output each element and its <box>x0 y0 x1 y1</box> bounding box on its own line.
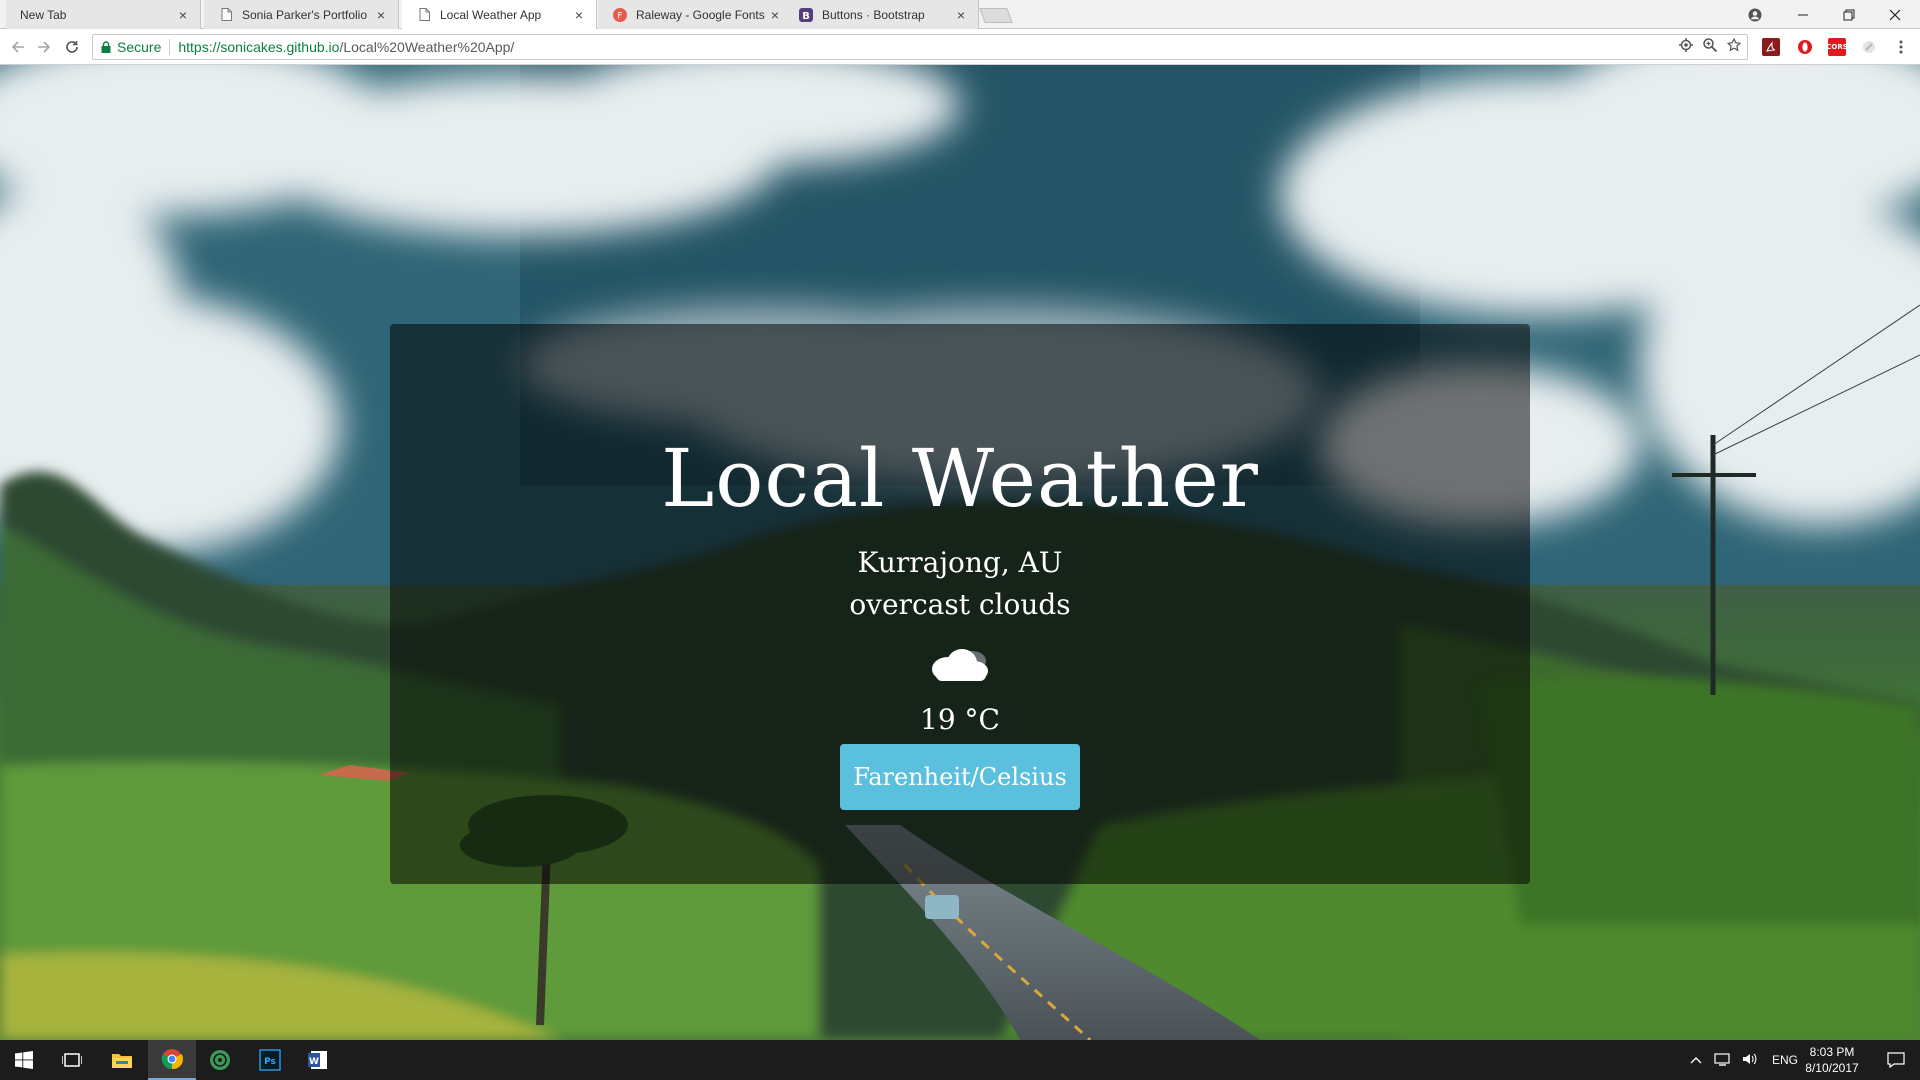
browser-toolbar: Secure https://sonicakes.github.io/Local… <box>0 29 1920 65</box>
secure-label: Secure <box>117 39 162 55</box>
photoshop-icon[interactable]: Ps <box>246 1040 294 1080</box>
notification-icon[interactable] <box>1872 1040 1920 1080</box>
tab-title: Sonia Parker's Portfolio <box>242 7 368 22</box>
tab-raleway-google-fonts[interactable]: F Raleway - Google Fonts × <box>598 0 793 29</box>
volume-icon[interactable] <box>1742 1052 1758 1069</box>
weather-card: Local Weather Kurrajong, AU overcast clo… <box>390 324 1530 884</box>
zoom-icon[interactable] <box>1703 38 1718 55</box>
start-icon[interactable] <box>0 1040 48 1080</box>
tab-title: New Tab <box>20 7 67 22</box>
extension-icon[interactable] <box>1860 38 1878 56</box>
weather-description: overcast clouds <box>849 588 1071 621</box>
close-icon[interactable]: × <box>374 7 388 23</box>
profile-icon[interactable] <box>1732 0 1777 29</box>
tab-title: Raleway - Google Fonts <box>636 7 765 22</box>
toggle-unit-button[interactable]: Farenheit/Celsius <box>840 744 1080 810</box>
clock[interactable]: 8:03 PM 8/10/2017 <box>1800 1044 1864 1076</box>
google-fonts-icon: F <box>612 7 628 23</box>
url-path: /Local%20Weather%20App/ <box>339 39 515 55</box>
temperature-display: 19 °C <box>920 703 1000 736</box>
app-title: Local Weather <box>661 432 1259 525</box>
svg-text:B: B <box>802 11 810 22</box>
cors-extension-icon[interactable]: CORS <box>1826 38 1848 56</box>
minimize-icon[interactable] <box>1780 0 1825 29</box>
back-icon[interactable] <box>8 37 28 57</box>
spotify-icon[interactable] <box>196 1040 244 1080</box>
tab-local-weather-app[interactable]: Local Weather App × <box>402 0 597 29</box>
page-icon <box>218 7 234 23</box>
bookmark-star-icon[interactable] <box>1726 37 1742 55</box>
tab-buttons-bootstrap[interactable]: B Buttons · Bootstrap × <box>784 0 979 29</box>
weather-page: Local Weather Kurrajong, AU overcast clo… <box>0 65 1920 1040</box>
clock-time: 8:03 PM <box>1809 1045 1855 1059</box>
language-indicator[interactable]: ENG <box>1772 1053 1798 1067</box>
new-tab-button[interactable] <box>979 8 1013 23</box>
word-icon[interactable]: W <box>294 1040 342 1080</box>
task-view-icon[interactable] <box>48 1040 96 1080</box>
close-icon[interactable]: × <box>176 7 190 23</box>
close-icon[interactable]: × <box>954 7 968 23</box>
tab-strip: New Tab × Sonia Parker's Portfolio × Loc… <box>0 0 1920 29</box>
page-icon <box>416 7 432 23</box>
tab-new-tab[interactable]: New Tab × <box>6 0 201 29</box>
svg-text:Ps: Ps <box>264 1057 276 1067</box>
close-icon[interactable]: × <box>768 7 782 23</box>
network-icon[interactable] <box>1714 1052 1732 1069</box>
svg-text:F: F <box>617 11 622 21</box>
divider <box>169 39 171 55</box>
tab-title: Buttons · Bootstrap <box>822 7 925 22</box>
location-text: Kurrajong, AU <box>857 546 1063 579</box>
url-host: https://sonicakes.github.io <box>178 39 340 55</box>
system-tray: ENG <box>1690 1040 1798 1080</box>
opera-extension-icon[interactable] <box>1796 38 1814 56</box>
tab-sonia-parkers-portfolio[interactable]: Sonia Parker's Portfolio × <box>204 0 399 29</box>
chevron-up-icon[interactable] <box>1690 1053 1702 1067</box>
location-icon[interactable] <box>1679 38 1693 55</box>
cloud-icon <box>932 649 988 681</box>
close-icon[interactable]: × <box>572 7 586 23</box>
reload-icon[interactable] <box>62 37 82 57</box>
close-window-icon[interactable] <box>1872 0 1917 29</box>
tab-title: Local Weather App <box>440 7 542 22</box>
menu-icon[interactable] <box>1892 38 1910 56</box>
address-bar[interactable]: Secure https://sonicakes.github.io/Local… <box>92 34 1748 60</box>
restore-icon[interactable] <box>1826 0 1871 29</box>
lock-icon <box>101 41 111 53</box>
windows-taskbar: Ps W ENG 8:03 PM 8/10/2017 <box>0 1040 1920 1080</box>
pdf-extension-icon[interactable] <box>1762 38 1780 56</box>
clock-date: 8/10/2017 <box>1805 1061 1859 1075</box>
bootstrap-icon: B <box>798 7 814 23</box>
svg-text:W: W <box>309 1057 319 1067</box>
forward-icon[interactable] <box>34 37 54 57</box>
file-explorer-icon[interactable] <box>98 1040 146 1080</box>
chrome-icon[interactable] <box>148 1040 196 1080</box>
